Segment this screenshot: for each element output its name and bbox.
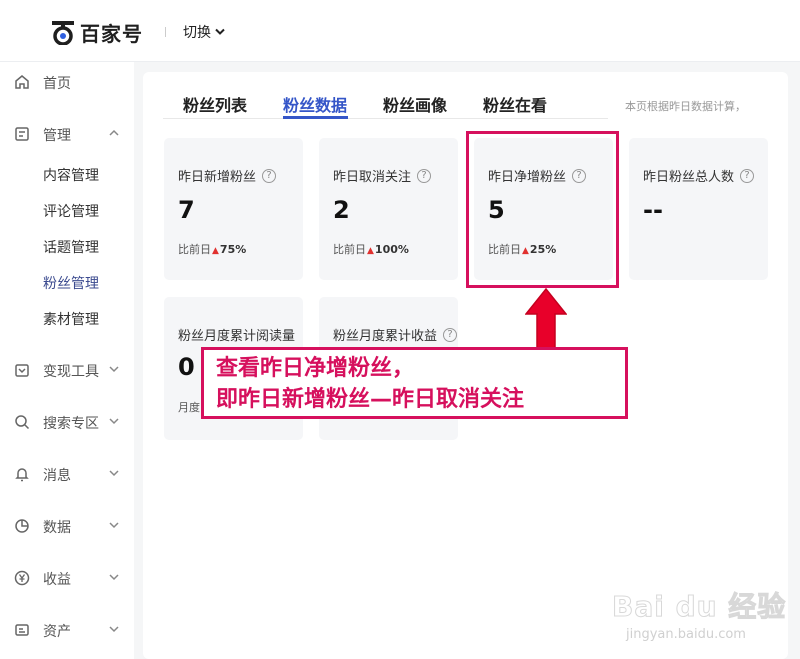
- pie-chart-icon: [14, 518, 30, 534]
- sidebar-subitem-fans[interactable]: 粉丝管理: [43, 273, 99, 293]
- sidebar-item-data[interactable]: 数据: [0, 514, 134, 538]
- baijiahao-logo-icon: [52, 20, 74, 46]
- sidebar-item-home[interactable]: 首页: [0, 70, 134, 94]
- chevron-up-icon: [108, 127, 120, 139]
- chevron-down-icon: [108, 571, 120, 583]
- triangle-up-icon: ▲: [367, 246, 374, 256]
- tab-fans-list[interactable]: 粉丝列表: [183, 92, 247, 116]
- logo-text: 百家号: [80, 22, 143, 46]
- chevron-down-icon: [108, 519, 120, 531]
- data-note: 本页根据昨日数据计算，: [625, 100, 746, 113]
- sidebar-item-label: 收益: [43, 572, 71, 588]
- manage-icon: [14, 126, 30, 142]
- sidebar-subitem-content[interactable]: 内容管理: [43, 165, 99, 185]
- card-title: 昨日粉丝总人数 ?: [643, 166, 755, 185]
- chevron-down-icon: [108, 467, 120, 479]
- logo[interactable]: 百家号: [52, 18, 143, 47]
- sidebar-item-messages[interactable]: 消息: [0, 462, 134, 486]
- card-compare: 比前日▲75%: [178, 243, 247, 256]
- bell-icon: [14, 466, 30, 482]
- card-title: 昨日取消关注 ?: [333, 166, 432, 185]
- sidebar-item-assets[interactable]: 资产: [0, 618, 134, 642]
- arrow-up-icon: [525, 288, 567, 350]
- card-value: 0: [178, 353, 195, 381]
- switch-account-button[interactable]: 切换: [183, 22, 225, 42]
- divider: [165, 27, 166, 37]
- search-icon: [14, 414, 30, 430]
- help-icon[interactable]: ?: [417, 168, 432, 183]
- sidebar-subitem-comments[interactable]: 评论管理: [43, 201, 99, 221]
- stat-card-new-fans: 昨日新增粉丝 ? 7 比前日▲75%: [164, 138, 303, 280]
- top-bar: 百家号 切换: [0, 0, 800, 62]
- card-value: 2: [333, 196, 350, 224]
- watermark-brand: Bai du 经验: [611, 590, 787, 624]
- sidebar-item-label: 搜索专区: [43, 416, 99, 432]
- highlight-box: [466, 131, 619, 288]
- sidebar-item-monetize[interactable]: 变现工具: [0, 358, 134, 382]
- sidebar-item-label: 消息: [43, 468, 71, 484]
- monetize-icon: [14, 362, 30, 378]
- sidebar-subitem-topics[interactable]: 话题管理: [43, 237, 99, 257]
- card-value: 7: [178, 196, 195, 224]
- asset-icon: [14, 622, 30, 638]
- card-compare: 月度: [178, 401, 200, 414]
- help-icon[interactable]: ?: [740, 168, 755, 183]
- card-title: 粉丝月度累计阅读量: [178, 329, 296, 344]
- sidebar-subitem-materials[interactable]: 素材管理: [43, 309, 99, 329]
- help-icon[interactable]: ?: [443, 327, 458, 342]
- chevron-down-icon: [108, 623, 120, 635]
- sidebar-item-manage[interactable]: 管理: [0, 122, 134, 146]
- sidebar-item-label: 管理: [43, 128, 71, 144]
- sidebar-item-label: 变现工具: [43, 364, 99, 380]
- annotation-line-1: 查看昨日净增粉丝，: [216, 356, 415, 381]
- stat-card-total-fans: 昨日粉丝总人数 ? --: [629, 138, 768, 280]
- sidebar-item-label: 首页: [43, 76, 71, 92]
- sidebar-item-income[interactable]: 收益: [0, 566, 134, 590]
- card-compare: 比前日▲100%: [333, 243, 409, 256]
- chevron-down-icon: [108, 363, 120, 375]
- tab-fans-profile[interactable]: 粉丝画像: [383, 92, 447, 116]
- sidebar-item-search[interactable]: 搜索专区: [0, 410, 134, 434]
- card-value: --: [643, 196, 663, 224]
- tab-fans-data[interactable]: 粉丝数据: [283, 92, 347, 116]
- stat-card-unfollows: 昨日取消关注 ? 2 比前日▲100%: [319, 138, 458, 280]
- tab-fans-watching[interactable]: 粉丝在看: [483, 92, 547, 116]
- active-tab-indicator: [283, 116, 348, 119]
- annotation-callout: 查看昨日净增粉丝， 即昨日新增粉丝—昨日取消关注: [201, 347, 628, 419]
- home-icon: [14, 74, 30, 90]
- yen-icon: [14, 570, 30, 586]
- tabs-divider: [163, 118, 608, 119]
- chevron-down-icon: [215, 26, 225, 39]
- card-title: 粉丝月度累计收益 ?: [333, 325, 458, 344]
- sidebar: 首页 管理 内容管理 评论管理 话题管理 粉丝管理 素材管理 变现工具 搜索专区: [0, 62, 134, 659]
- help-icon[interactable]: ?: [262, 168, 277, 183]
- switch-label: 切换: [183, 25, 211, 41]
- triangle-up-icon: ▲: [212, 246, 219, 256]
- chevron-down-icon: [108, 415, 120, 427]
- sidebar-item-label: 数据: [43, 520, 71, 536]
- watermark-url: jingyan.baidu.com: [626, 627, 746, 642]
- annotation-line-2: 即昨日新增粉丝—昨日取消关注: [216, 387, 525, 412]
- watermark: Bai du 经验 jingyan.baidu.com: [611, 585, 788, 653]
- sidebar-item-label: 资产: [43, 624, 71, 640]
- card-title: 昨日新增粉丝 ?: [178, 166, 277, 185]
